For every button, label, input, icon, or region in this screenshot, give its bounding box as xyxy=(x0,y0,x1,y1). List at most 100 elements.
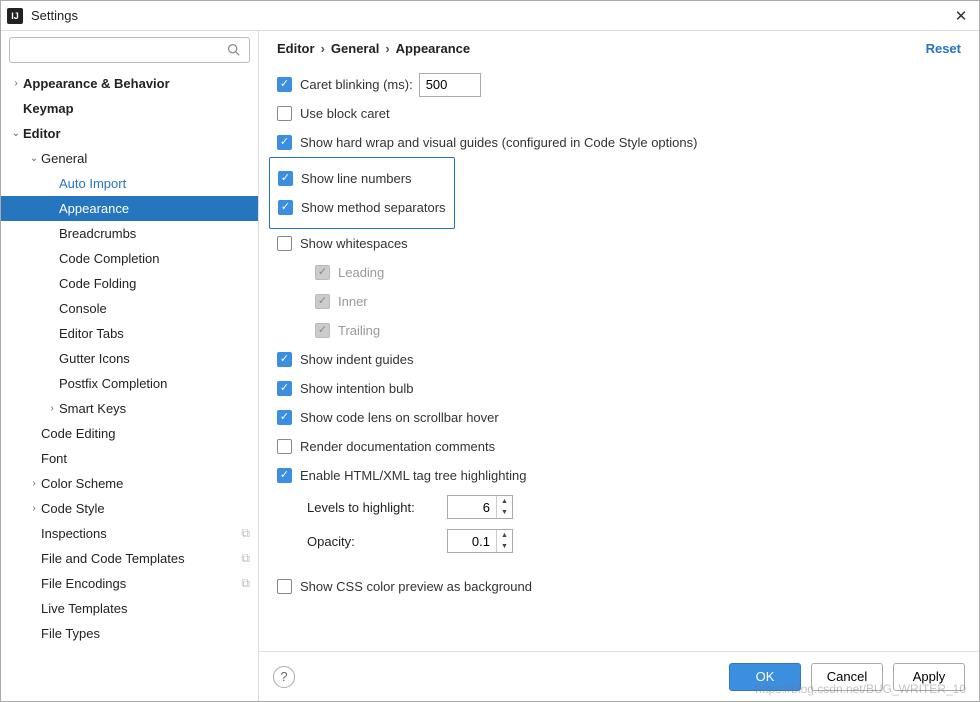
breadcrumb-item[interactable]: Editor xyxy=(277,41,315,56)
sidebar: ›Appearance & BehaviorKeymap⌄Editor⌄Gene… xyxy=(1,31,259,701)
tree-item[interactable]: Console xyxy=(1,296,258,321)
chevron-right-icon[interactable]: › xyxy=(9,78,23,89)
chevron-right-icon: › xyxy=(385,41,389,56)
render-doc-checkbox[interactable] xyxy=(277,439,292,454)
levels-spinner[interactable]: ▲ ▼ xyxy=(447,495,513,519)
inner-checkbox xyxy=(315,294,330,309)
tree-item[interactable]: Font xyxy=(1,446,258,471)
profile-scope-icon: ⧉ xyxy=(241,551,250,566)
use-block-caret-checkbox[interactable] xyxy=(277,106,292,121)
use-block-caret-label: Use block caret xyxy=(300,106,390,121)
chevron-right-icon[interactable]: › xyxy=(27,503,41,514)
tree-item-label: File Types xyxy=(41,626,100,641)
help-icon[interactable]: ? xyxy=(273,666,295,688)
spinner-up-icon[interactable]: ▲ xyxy=(497,530,512,541)
method-separators-checkbox[interactable] xyxy=(278,200,293,215)
tree-item[interactable]: Keymap xyxy=(1,96,258,121)
code-lens-checkbox[interactable] xyxy=(277,410,292,425)
tree-item[interactable]: ›Color Scheme xyxy=(1,471,258,496)
levels-input[interactable] xyxy=(448,496,496,518)
tree-item-label: Editor Tabs xyxy=(59,326,124,341)
opacity-label: Opacity: xyxy=(307,534,437,549)
breadcrumb-item[interactable]: General xyxy=(331,41,379,56)
tree-item-label: Inspections xyxy=(41,526,107,541)
tree-item-label: Auto Import xyxy=(59,176,126,191)
settings-tree: ›Appearance & BehaviorKeymap⌄Editor⌄Gene… xyxy=(1,69,258,701)
intention-bulb-label: Show intention bulb xyxy=(300,381,413,396)
trailing-checkbox xyxy=(315,323,330,338)
breadcrumb: Editor › General › Appearance Reset xyxy=(259,31,979,66)
tree-item-label: Code Folding xyxy=(59,276,136,291)
tree-item-label: Postfix Completion xyxy=(59,376,167,391)
breadcrumb-item: Appearance xyxy=(396,41,470,56)
spinner-up-icon[interactable]: ▲ xyxy=(497,496,512,507)
tree-item[interactable]: Breadcrumbs xyxy=(1,221,258,246)
tree-item-label: Code Editing xyxy=(41,426,115,441)
reset-link[interactable]: Reset xyxy=(926,41,961,56)
indent-guides-label: Show indent guides xyxy=(300,352,413,367)
ok-button[interactable]: OK xyxy=(729,663,801,691)
spinner-down-icon[interactable]: ▼ xyxy=(497,541,512,552)
caret-blinking-label: Caret blinking (ms): xyxy=(300,77,413,92)
caret-blinking-input[interactable] xyxy=(419,73,481,97)
chevron-right-icon[interactable]: › xyxy=(27,478,41,489)
tag-tree-checkbox[interactable] xyxy=(277,468,292,483)
window-title: Settings xyxy=(31,8,949,23)
inner-label: Inner xyxy=(338,294,368,309)
chevron-down-icon[interactable]: ⌄ xyxy=(27,153,41,164)
spinner-down-icon[interactable]: ▼ xyxy=(497,507,512,518)
tree-item-label: Breadcrumbs xyxy=(59,226,136,241)
hard-wrap-label: Show hard wrap and visual guides (config… xyxy=(300,135,697,150)
tree-item[interactable]: ›Appearance & Behavior xyxy=(1,71,258,96)
tree-item[interactable]: Inspections⧉ xyxy=(1,521,258,546)
caret-blinking-checkbox[interactable] xyxy=(277,77,292,92)
tree-item[interactable]: File Encodings⧉ xyxy=(1,571,258,596)
tree-item-label: Keymap xyxy=(23,101,74,116)
leading-checkbox xyxy=(315,265,330,280)
opacity-spinner[interactable]: ▲ ▼ xyxy=(447,529,513,553)
tree-item-label: Code Style xyxy=(41,501,105,516)
tree-item-label: Appearance xyxy=(59,201,129,216)
chevron-right-icon: › xyxy=(321,41,325,56)
search-input[interactable] xyxy=(9,37,250,63)
tree-item[interactable]: Code Folding xyxy=(1,271,258,296)
tree-item[interactable]: Editor Tabs xyxy=(1,321,258,346)
tree-item[interactable]: Appearance xyxy=(1,196,258,221)
tree-item-label: General xyxy=(41,151,87,166)
chevron-down-icon[interactable]: ⌄ xyxy=(9,128,23,139)
tree-item-label: Editor xyxy=(23,126,61,141)
apply-button[interactable]: Apply xyxy=(893,663,965,691)
whitespaces-checkbox[interactable] xyxy=(277,236,292,251)
hard-wrap-checkbox[interactable] xyxy=(277,135,292,150)
line-numbers-checkbox[interactable] xyxy=(278,171,293,186)
css-preview-label: Show CSS color preview as background xyxy=(300,579,532,594)
intention-bulb-checkbox[interactable] xyxy=(277,381,292,396)
tree-item-label: File Encodings xyxy=(41,576,126,591)
cancel-button[interactable]: Cancel xyxy=(811,663,883,691)
tree-item[interactable]: Live Templates xyxy=(1,596,258,621)
whitespaces-label: Show whitespaces xyxy=(300,236,408,251)
indent-guides-checkbox[interactable] xyxy=(277,352,292,367)
levels-label: Levels to highlight: xyxy=(307,500,437,515)
tree-item[interactable]: Code Completion xyxy=(1,246,258,271)
css-preview-checkbox[interactable] xyxy=(277,579,292,594)
tree-item[interactable]: Postfix Completion xyxy=(1,371,258,396)
tree-item[interactable]: ›Smart Keys xyxy=(1,396,258,421)
tree-item[interactable]: File and Code Templates⧉ xyxy=(1,546,258,571)
render-doc-label: Render documentation comments xyxy=(300,439,495,454)
tree-item[interactable]: Code Editing xyxy=(1,421,258,446)
search-highlight-box: Show line numbers Show method separators xyxy=(269,157,455,229)
chevron-right-icon[interactable]: › xyxy=(45,403,59,414)
opacity-input[interactable] xyxy=(448,530,496,552)
tree-item-label: Font xyxy=(41,451,67,466)
tree-item[interactable]: ›Code Style xyxy=(1,496,258,521)
close-icon[interactable]: ✕ xyxy=(949,7,973,25)
tree-item[interactable]: Auto Import xyxy=(1,171,258,196)
titlebar: IJ Settings ✕ xyxy=(1,1,979,31)
tree-item-label: Console xyxy=(59,301,107,316)
settings-content: Caret blinking (ms): Use block caret Sho… xyxy=(259,66,979,651)
tree-item[interactable]: File Types xyxy=(1,621,258,646)
tree-item[interactable]: ⌄Editor xyxy=(1,121,258,146)
tree-item[interactable]: Gutter Icons xyxy=(1,346,258,371)
tree-item[interactable]: ⌄General xyxy=(1,146,258,171)
